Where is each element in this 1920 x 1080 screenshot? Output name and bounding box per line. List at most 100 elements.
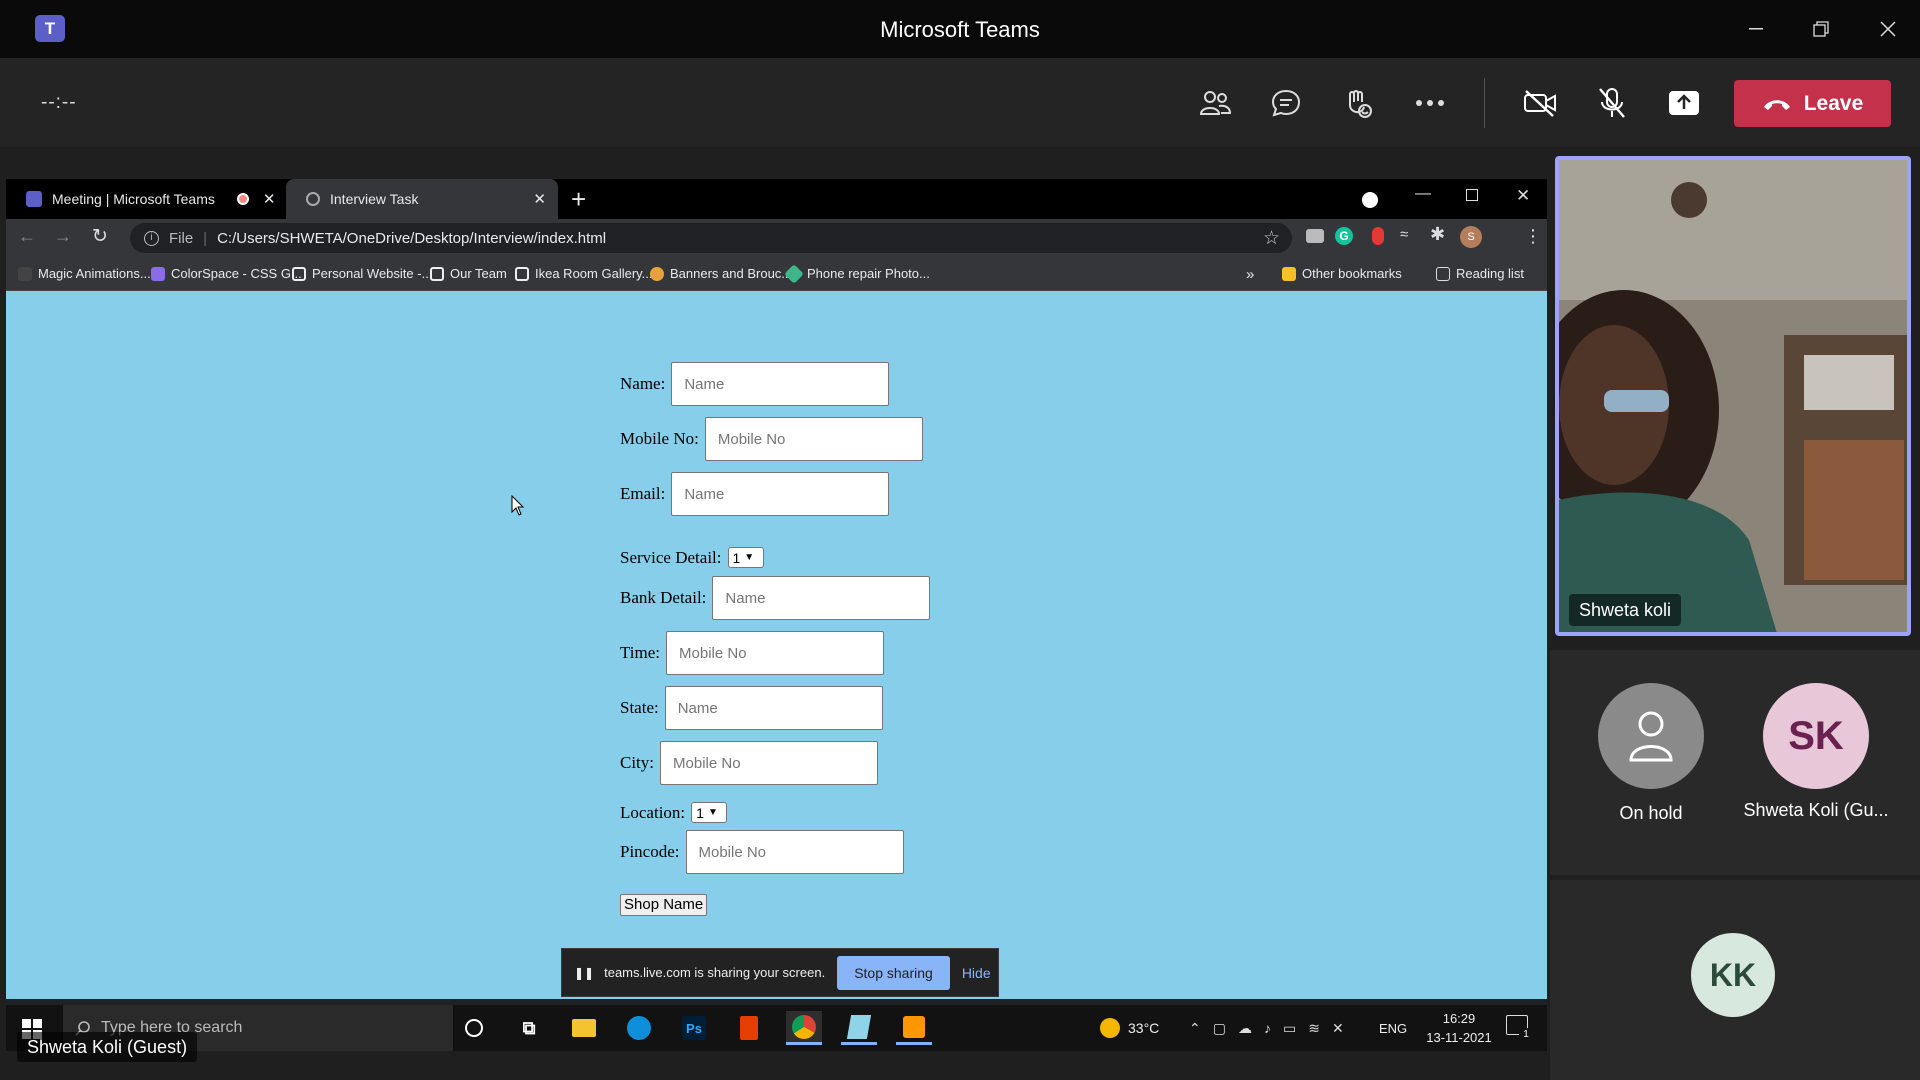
bookmark-item[interactable]: Phone repair Photo... <box>784 263 930 284</box>
mobile-input[interactable]: Mobile No <box>704 417 923 461</box>
participant-avatar[interactable]: KK <box>1691 933 1775 1017</box>
profile-avatar[interactable]: S <box>1460 226 1482 248</box>
bank-detail-input[interactable]: Name <box>712 576 931 620</box>
participant-name: Shweta Koli (Gu... <box>1743 800 1889 820</box>
form-row-service-detail: Service Detail: 1 ▼ <box>620 547 764 568</box>
taskbar-clock[interactable]: 16:29 13-11-2021 <box>1419 1009 1499 1047</box>
name-input[interactable]: Name <box>671 362 890 406</box>
extension-cat-icon[interactable]: ≈ <box>1400 226 1408 243</box>
camera-off-icon[interactable] <box>1517 80 1563 126</box>
share-icon[interactable] <box>1661 80 1707 126</box>
hide-sharing-bar-button[interactable]: Hide <box>962 965 991 981</box>
bookmark-item[interactable]: Banners and Brouc... <box>650 266 792 281</box>
weather-widget[interactable]: 33°C <box>1100 1005 1159 1051</box>
extensions-puzzle-icon[interactable]: ✱ <box>1430 224 1445 245</box>
email-input[interactable]: Name <box>671 472 890 516</box>
photoshop-icon[interactable]: Ps <box>676 1011 712 1045</box>
location-select[interactable]: 1 ▼ <box>691 802 728 823</box>
reading-list[interactable]: Reading list <box>1436 266 1524 281</box>
mic-off-icon[interactable] <box>1589 80 1635 126</box>
new-tab-icon[interactable]: + <box>571 184 586 215</box>
reload-icon[interactable]: ↻ <box>92 225 108 248</box>
browser-close-icon[interactable]: ✕ <box>1516 186 1530 206</box>
wifi-icon[interactable]: ≋ <box>1308 1020 1320 1037</box>
teams-favicon-icon <box>26 191 42 207</box>
browser-restore-icon[interactable] <box>1466 189 1478 201</box>
on-hold-avatar[interactable] <box>1598 683 1704 789</box>
bookmark-item[interactable]: Magic Animations... <box>18 266 151 281</box>
file-explorer-icon[interactable] <box>566 1011 602 1045</box>
bookmark-star-icon[interactable]: ☆ <box>1263 227 1280 250</box>
page-content: Name: Name Mobile No: Mobile No Email: N… <box>6 291 1547 999</box>
time-input[interactable]: Mobile No <box>666 631 885 675</box>
stop-sharing-button[interactable]: Stop sharing <box>837 955 950 990</box>
info-icon[interactable]: i <box>144 230 159 246</box>
minimize-icon[interactable] <box>1738 12 1774 46</box>
restore-icon[interactable] <box>1803 12 1839 46</box>
browser-menu-icon[interactable]: ⋮ <box>1524 226 1542 247</box>
tab-search-icon[interactable] <box>1362 192 1378 208</box>
tab-meeting[interactable]: Meeting | Microsoft Teams ✕ <box>6 179 286 219</box>
meet-now-icon[interactable]: ▢ <box>1213 1020 1226 1037</box>
screen-sharing-bar: ❚❚ teams.live.com is sharing your screen… <box>561 948 999 997</box>
forward-icon[interactable]: → <box>54 226 72 247</box>
task-view-icon[interactable]: ⧉ <box>511 1011 547 1045</box>
recording-indicator-icon <box>236 193 249 205</box>
volume-muted-icon[interactable]: ✕ <box>1332 1020 1344 1037</box>
url-scheme: File <box>169 229 194 247</box>
leave-button[interactable]: Leave <box>1734 80 1891 127</box>
bookmarks-overflow-icon[interactable]: » <box>1246 266 1254 283</box>
sublime-text-icon[interactable] <box>896 1011 932 1045</box>
field-label: Bank Detail: <box>620 588 707 607</box>
field-label: Service Detail: <box>620 547 722 567</box>
close-icon[interactable] <box>1870 12 1906 46</box>
field-label: Name: <box>620 374 666 393</box>
bookmark-item[interactable]: Personal Website -... <box>292 266 432 281</box>
other-bookmarks[interactable]: Other bookmarks <box>1282 266 1402 281</box>
camera-extension-icon[interactable] <box>1306 229 1324 243</box>
extension-red-icon[interactable] <box>1372 227 1384 245</box>
bookmark-item[interactable]: ColorSpace - CSS G... <box>151 266 302 281</box>
react-icon[interactable] <box>1335 80 1381 126</box>
pincode-input[interactable]: Mobile No <box>685 830 904 874</box>
back-icon[interactable]: ← <box>18 226 36 247</box>
state-input[interactable]: Name <box>664 686 883 730</box>
edge-icon[interactable] <box>621 1011 657 1045</box>
notepad-icon[interactable] <box>841 1011 877 1045</box>
city-input[interactable]: Mobile No <box>660 741 879 785</box>
language-indicator[interactable]: ENG <box>1379 1005 1407 1051</box>
more-icon[interactable] <box>1407 80 1453 126</box>
tab-close-icon[interactable]: ✕ <box>263 190 276 208</box>
bookmark-item[interactable]: Our Team <box>430 266 507 281</box>
tab-meeting-label: Meeting | Microsoft Teams <box>52 191 215 207</box>
cortana-icon[interactable] <box>456 1011 492 1045</box>
field-label: Mobile No: <box>620 429 699 448</box>
microphone-icon[interactable]: ♪ <box>1264 1020 1271 1036</box>
participant-video-tile[interactable]: Shweta koli <box>1555 156 1911 636</box>
tray-expand-icon[interactable]: ⌃ <box>1189 1020 1201 1037</box>
mouse-cursor-icon <box>511 495 525 516</box>
chat-icon[interactable] <box>1263 80 1309 126</box>
battery-icon[interactable]: ▭ <box>1283 1020 1296 1037</box>
address-bar[interactable]: i File | C:/Users/SHWETA/OneDrive/Deskto… <box>130 223 1292 253</box>
windows-taskbar: Type here to search ⧉ Ps 33°C ⌃ ▢ ☁ ♪ ▭ … <box>6 1005 1547 1051</box>
office-icon[interactable] <box>731 1011 767 1045</box>
tab-interview-task[interactable]: Interview Task ✕ <box>286 179 558 219</box>
shop-name-button[interactable]: Shop Name <box>620 894 708 916</box>
chrome-icon[interactable] <box>786 1011 822 1045</box>
service-detail-select[interactable]: 1 ▼ <box>727 547 764 568</box>
participant-avatar[interactable]: SK <box>1763 683 1869 789</box>
people-icon[interactable] <box>1192 80 1238 126</box>
grammarly-icon[interactable]: G <box>1335 227 1353 245</box>
bookmark-item[interactable]: Ikea Room Gallery... <box>515 266 653 281</box>
participant-name-badge: Shweta koli <box>1569 594 1682 626</box>
form-row-time: Time: Mobile No <box>620 631 885 675</box>
bookmark-label: Personal Website -... <box>312 266 433 281</box>
notification-center-icon[interactable]: 1 <box>1506 1015 1533 1042</box>
tab-close-icon[interactable]: ✕ <box>533 190 546 208</box>
weather-sun-icon <box>1100 1018 1120 1038</box>
browser-minimize-icon[interactable]: — <box>1415 185 1431 203</box>
pause-icon: ❚❚ <box>574 965 595 980</box>
meeting-toolbar: --:-- Leave <box>0 58 1920 147</box>
onedrive-icon[interactable]: ☁ <box>1238 1020 1252 1037</box>
